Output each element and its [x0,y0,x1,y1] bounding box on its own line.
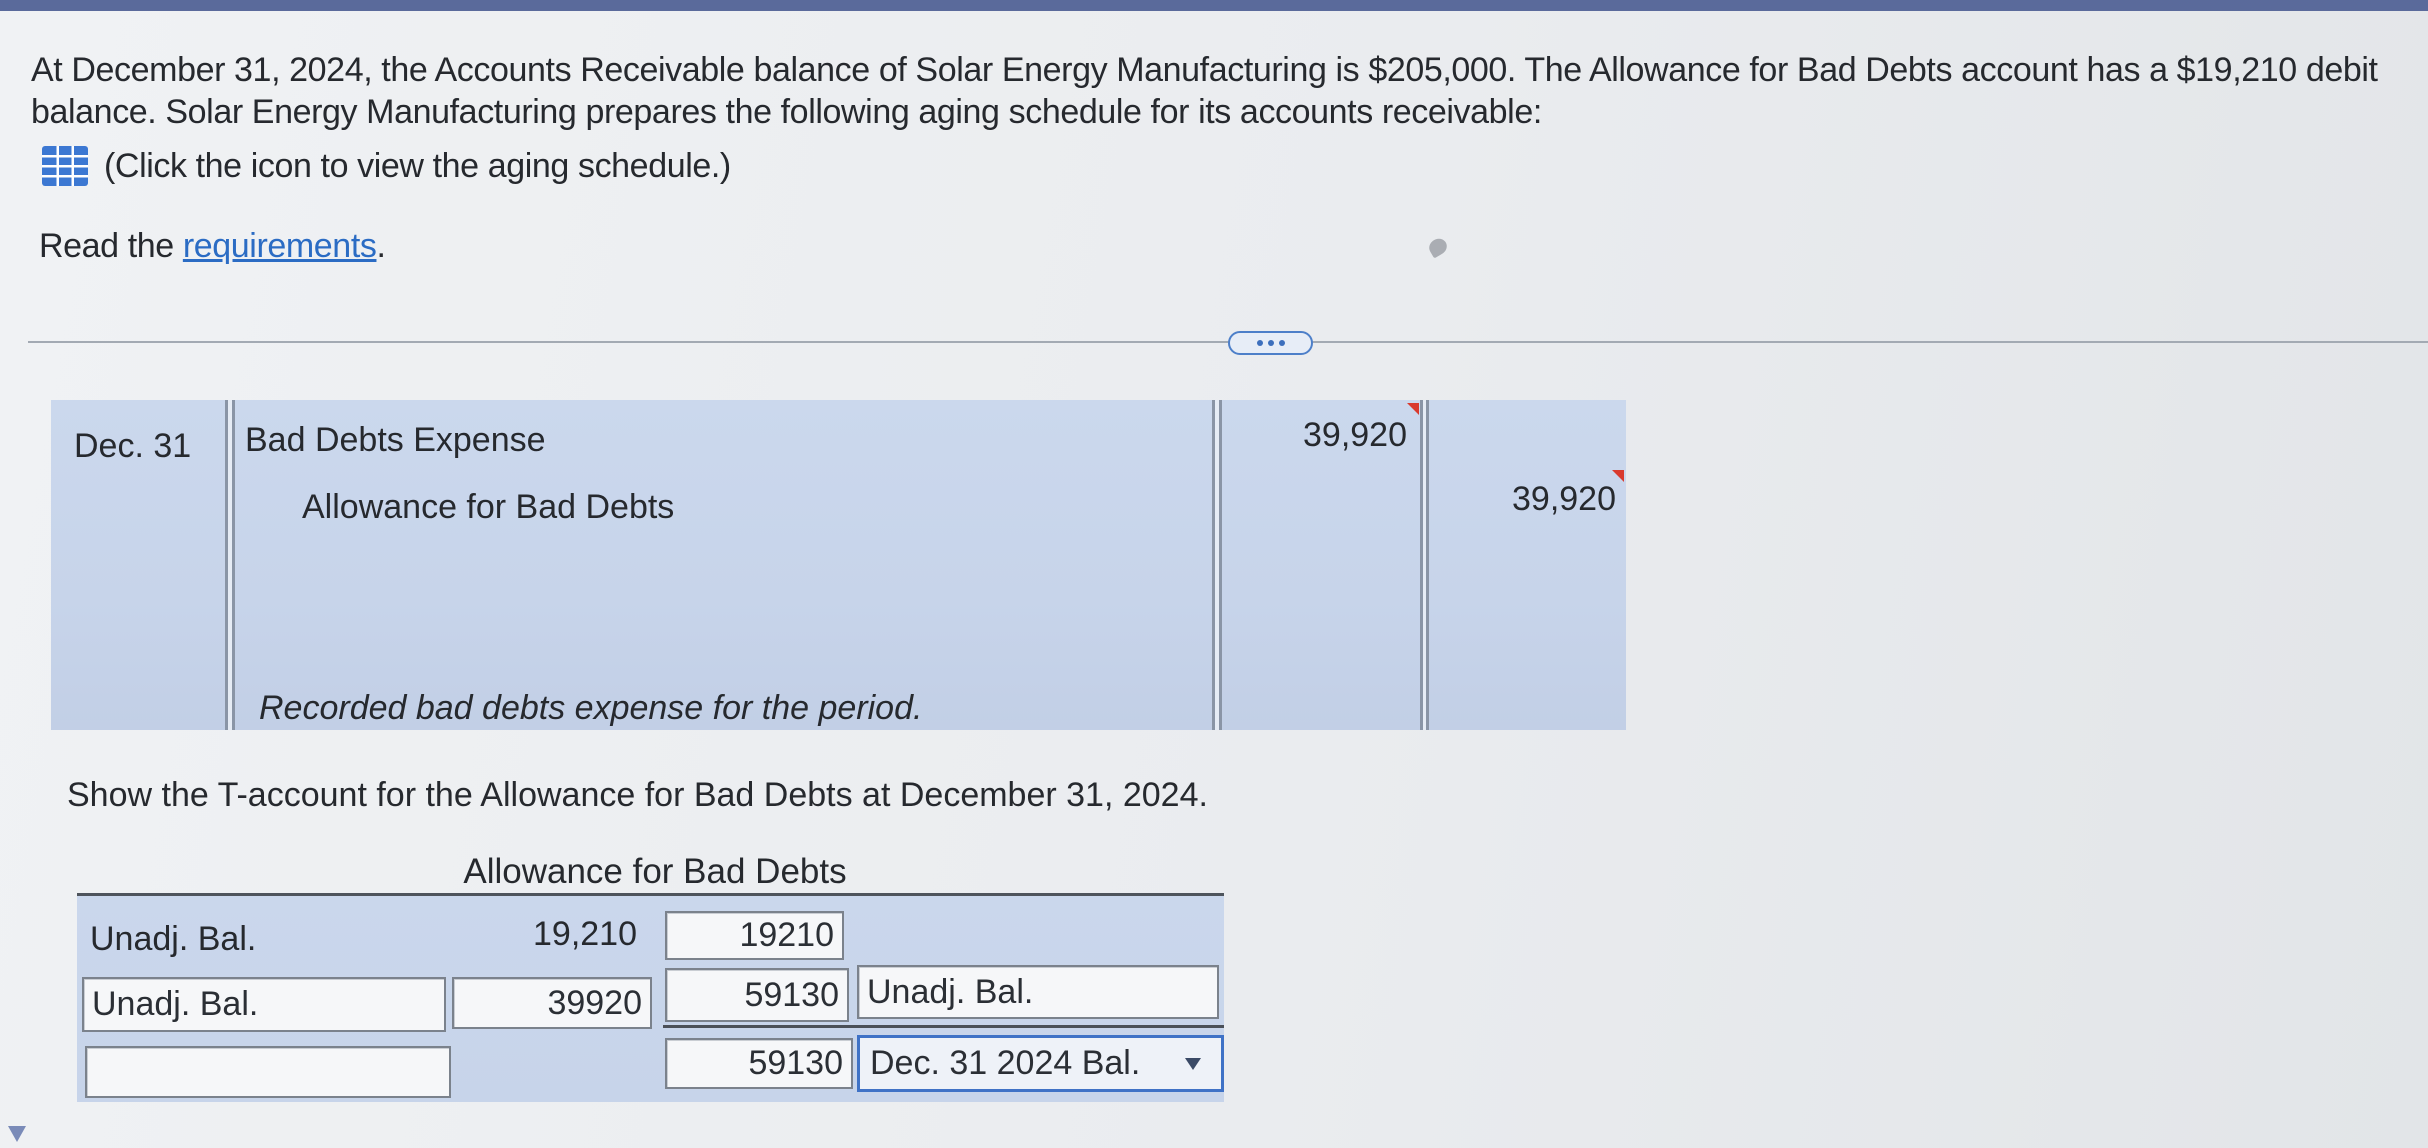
journal-entry-table: Dec. 31 Bad Debts Expense Allowance for … [51,400,1626,730]
exercise-screen: At December 31, 2024, the Accounts Recei… [0,0,2428,1148]
t-account-title: Allowance for Bad Debts [463,852,847,891]
expand-section-button[interactable] [1228,331,1313,355]
select-value: Dec. 31 2024 Bal. [870,1044,1141,1082]
column-divider [1420,400,1429,730]
aging-schedule-button[interactable] [42,146,88,186]
column-divider [225,400,235,730]
top-bar [0,0,2428,11]
entry-explanation: Recorded bad debts expense for the perio… [259,689,923,727]
read-requirements-line: Read the requirements. [39,225,386,267]
t-account-balance-line [663,1025,1224,1028]
read-suffix: . [376,227,386,265]
t-row2-left-label-input[interactable] [82,977,446,1032]
t-row1-right-amount-input[interactable] [665,911,844,960]
ellipsis-icon [1256,340,1285,346]
requirements-link[interactable]: requirements [183,227,377,265]
t-row1-left-label: Unadj. Bal. [90,920,257,958]
collapse-arrow-icon[interactable] [8,1126,26,1142]
entry-date: Dec. 31 [74,427,192,465]
t-row1-left-amount: 19,210 [533,915,637,953]
aging-schedule-row: (Click the icon to view the aging schedu… [42,146,731,186]
mouse-pointer-smudge [1426,235,1450,259]
credit-amount: 39,920 [1512,480,1616,518]
t-row3-right-amount-input[interactable] [665,1038,853,1089]
read-prefix: Read the [39,227,174,265]
t-row2-left-amount-input[interactable] [452,977,652,1029]
intro-line-2: balance. Solar Energy Manufacturing prep… [31,93,1542,131]
column-divider [1212,400,1222,730]
dropdown-arrow-icon [1185,1057,1201,1070]
cell-flag-icon [1407,403,1419,415]
debit-account: Bad Debts Expense [245,421,546,459]
t-account-instruction: Show the T-account for the Allowance for… [67,776,1208,814]
intro-line-1: At December 31, 2024, the Accounts Recei… [31,51,2378,89]
t-row3-right-label-select[interactable]: Dec. 31 2024 Bal. [857,1035,1224,1092]
t-row2-right-label-input[interactable] [857,965,1219,1019]
debit-amount: 39,920 [1303,416,1407,454]
t-row3-left-label-input[interactable] [85,1046,451,1098]
table-grid-icon [42,146,88,186]
t-account-body: Unadj. Bal. 19,210 Dec. 31 2024 Bal. [77,896,1224,1102]
t-row2-right-amount-input[interactable] [665,968,849,1022]
problem-statement: At December 31, 2024, the Accounts Recei… [31,49,2378,133]
credit-account: Allowance for Bad Debts [302,488,675,526]
cell-flag-icon [1612,470,1624,482]
aging-schedule-text: (Click the icon to view the aging schedu… [104,147,731,185]
